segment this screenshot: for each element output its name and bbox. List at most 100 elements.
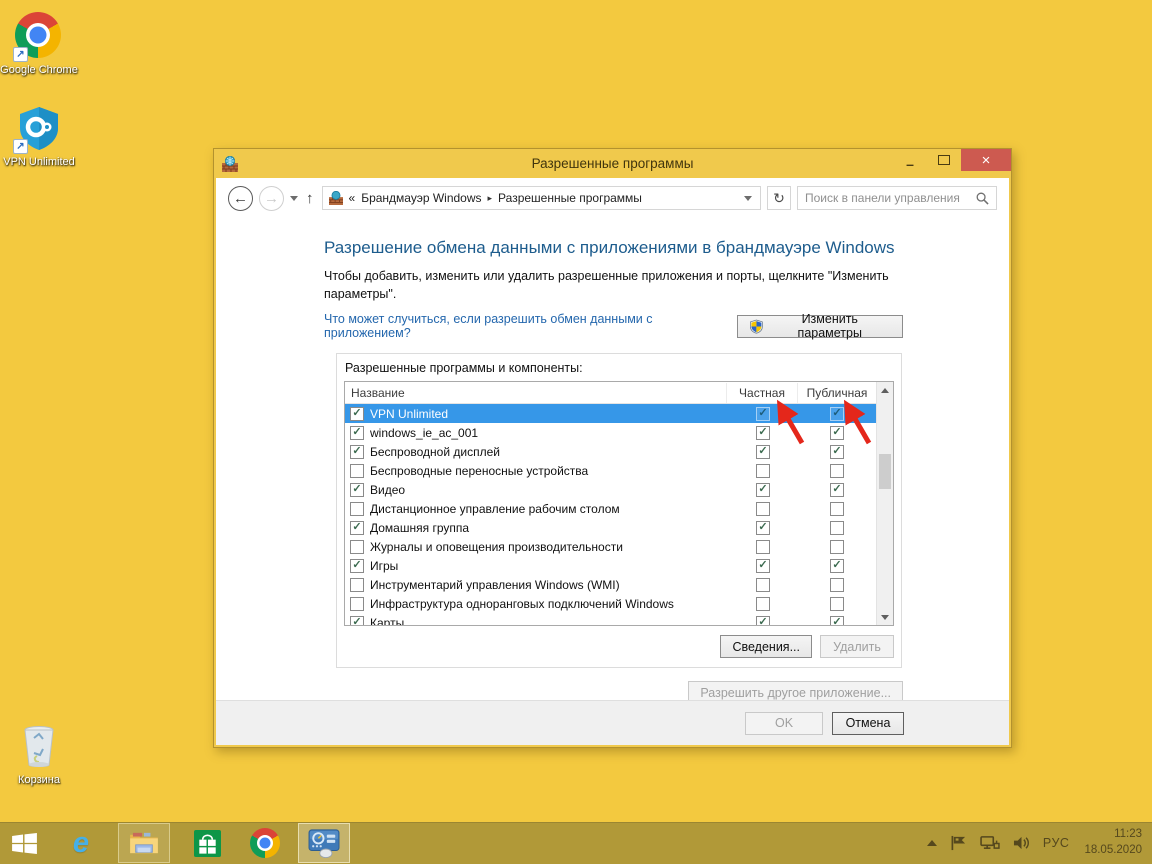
checkbox-checked[interactable]: ✓	[756, 483, 770, 497]
list-row[interactable]: Инфраструктура одноранговых подключений …	[345, 594, 876, 613]
list-label: Разрешенные программы и компоненты:	[345, 361, 894, 375]
checkbox-checked[interactable]: ✓	[350, 559, 364, 573]
chevron-up-icon[interactable]	[927, 840, 937, 846]
column-header-private[interactable]: Частная	[726, 383, 797, 403]
breadcrumb-item-allowed-programs[interactable]: Разрешенные программы	[498, 191, 642, 205]
checkbox-checked[interactable]: ✓	[830, 483, 844, 497]
checkbox-unchecked[interactable]	[350, 578, 364, 592]
scroll-down-button[interactable]	[877, 609, 893, 625]
ok-button[interactable]: OK	[745, 712, 823, 735]
checkbox-unchecked[interactable]	[350, 597, 364, 611]
taskbar-windows-store[interactable]	[184, 822, 230, 864]
checkbox-unchecked[interactable]	[756, 502, 770, 516]
recent-pages-dropdown-icon[interactable]	[290, 196, 298, 201]
maximize-icon	[938, 155, 950, 165]
refresh-button[interactable]: ↻	[767, 186, 791, 210]
checkbox-unchecked[interactable]	[830, 464, 844, 478]
checkbox-checked[interactable]: ✓	[756, 407, 770, 421]
desktop-icon-label: VPN Unlimited	[0, 156, 78, 170]
program-name: Карты	[370, 616, 404, 627]
checkbox-checked[interactable]: ✓	[350, 426, 364, 440]
search-input[interactable]: Поиск в панели управления	[797, 186, 997, 210]
checkbox-checked[interactable]: ✓	[830, 407, 844, 421]
cancel-button[interactable]: Отмена	[832, 712, 904, 735]
details-button[interactable]: Сведения...	[720, 635, 812, 658]
checkbox-checked[interactable]: ✓	[830, 616, 844, 627]
volume-icon[interactable]	[1013, 835, 1030, 851]
desktop-icon-recycle-bin[interactable]: Корзина	[0, 722, 78, 788]
list-row[interactable]: ✓ Карты ✓ ✓	[345, 613, 876, 626]
checkbox-checked[interactable]: ✓	[756, 521, 770, 535]
checkbox-unchecked[interactable]	[830, 597, 844, 611]
change-settings-button[interactable]: Изменить параметры	[737, 315, 903, 338]
list-row[interactable]: Журналы и оповещения производительности	[345, 537, 876, 556]
checkbox-checked[interactable]: ✓	[830, 559, 844, 573]
list-row[interactable]: ✓ VPN Unlimited ✓ ✓	[345, 404, 876, 423]
start-button[interactable]	[0, 822, 48, 864]
taskbar-file-explorer[interactable]	[118, 823, 170, 863]
remove-button[interactable]: Удалить	[820, 635, 894, 658]
checkbox-checked[interactable]: ✓	[830, 445, 844, 459]
taskbar-internet-explorer[interactable]: e	[58, 822, 104, 864]
checkbox-checked[interactable]: ✓	[350, 445, 364, 459]
checkbox-checked[interactable]: ✓	[350, 407, 364, 421]
forward-button[interactable]: →	[259, 186, 284, 211]
list-row[interactable]: ✓Видео✓✓	[345, 480, 876, 499]
list-row[interactable]: ✓Домашняя группа✓	[345, 518, 876, 537]
list-row[interactable]: ✓windows_ie_ac_001✓✓	[345, 423, 876, 442]
shortcut-arrow-icon: ↗	[13, 47, 28, 62]
desktop-icon-vpn-unlimited[interactable]: ↗ VPN Unlimited	[0, 104, 78, 170]
checkbox-unchecked[interactable]	[756, 540, 770, 554]
taskbar-control-panel[interactable]	[298, 823, 350, 863]
column-header-public[interactable]: Публичная	[797, 383, 876, 403]
minimize-button[interactable]: –	[893, 149, 927, 175]
back-button[interactable]: ←	[228, 186, 253, 211]
checkbox-checked[interactable]: ✓	[350, 483, 364, 497]
program-name: VPN Unlimited	[370, 407, 448, 421]
help-link[interactable]: Что может случиться, если разрешить обме…	[324, 312, 737, 340]
checkbox-unchecked[interactable]	[756, 464, 770, 478]
list-scrollbar[interactable]	[876, 382, 893, 625]
close-button[interactable]: ×	[961, 149, 1011, 171]
checkbox-unchecked[interactable]	[350, 502, 364, 516]
control-panel-icon	[307, 828, 341, 858]
breadcrumb-item-firewall[interactable]: Брандмауэр Windows	[361, 191, 481, 205]
address-breadcrumb[interactable]: « Брандмауэр Windows ▸ Разрешенные прогр…	[322, 186, 762, 210]
checkbox-unchecked[interactable]	[830, 540, 844, 554]
program-name: Инфраструктура одноранговых подключений …	[370, 597, 674, 611]
scrollbar-thumb[interactable]	[879, 454, 891, 489]
action-center-flag-icon[interactable]	[950, 835, 967, 851]
language-indicator[interactable]: РУС	[1043, 836, 1070, 850]
checkbox-checked[interactable]: ✓	[756, 426, 770, 440]
checkbox-checked[interactable]: ✓	[350, 616, 364, 627]
address-dropdown-icon[interactable]	[744, 196, 752, 201]
taskbar-clock[interactable]: 11:23 18.05.2020	[1084, 827, 1142, 858]
up-one-level-button[interactable]: ↑	[306, 190, 314, 207]
taskbar-google-chrome[interactable]	[242, 822, 288, 864]
list-row[interactable]: Инструментарий управления Windows (WMI)	[345, 575, 876, 594]
checkbox-unchecked[interactable]	[830, 578, 844, 592]
list-row[interactable]: ✓Игры✓✓	[345, 556, 876, 575]
checkbox-unchecked[interactable]	[350, 540, 364, 554]
checkbox-checked[interactable]: ✓	[756, 445, 770, 459]
scroll-up-button[interactable]	[877, 382, 893, 398]
list-row[interactable]: ✓Беспроводной дисплей✓✓	[345, 442, 876, 461]
checkbox-unchecked[interactable]	[830, 521, 844, 535]
program-name: Инструментарий управления Windows (WMI)	[370, 578, 620, 592]
checkbox-unchecked[interactable]	[350, 464, 364, 478]
checkbox-checked[interactable]: ✓	[756, 616, 770, 627]
checkbox-unchecked[interactable]	[830, 502, 844, 516]
checkbox-unchecked[interactable]	[756, 597, 770, 611]
list-row[interactable]: Беспроводные переносные устройства	[345, 461, 876, 480]
checkbox-checked[interactable]: ✓	[350, 521, 364, 535]
checkbox-checked[interactable]: ✓	[756, 559, 770, 573]
network-icon[interactable]	[980, 835, 1000, 851]
title-bar[interactable]: Разрешенные программы – ×	[214, 149, 1011, 178]
page-title: Разрешение обмена данными с приложениями…	[324, 238, 1009, 258]
desktop-icon-google-chrome[interactable]: ↗ Google Chrome	[0, 12, 78, 78]
checkbox-checked[interactable]: ✓	[830, 426, 844, 440]
column-header-name[interactable]: Название	[345, 386, 726, 400]
list-row[interactable]: Дистанционное управление рабочим столом	[345, 499, 876, 518]
checkbox-unchecked[interactable]	[756, 578, 770, 592]
maximize-button[interactable]	[927, 149, 961, 171]
